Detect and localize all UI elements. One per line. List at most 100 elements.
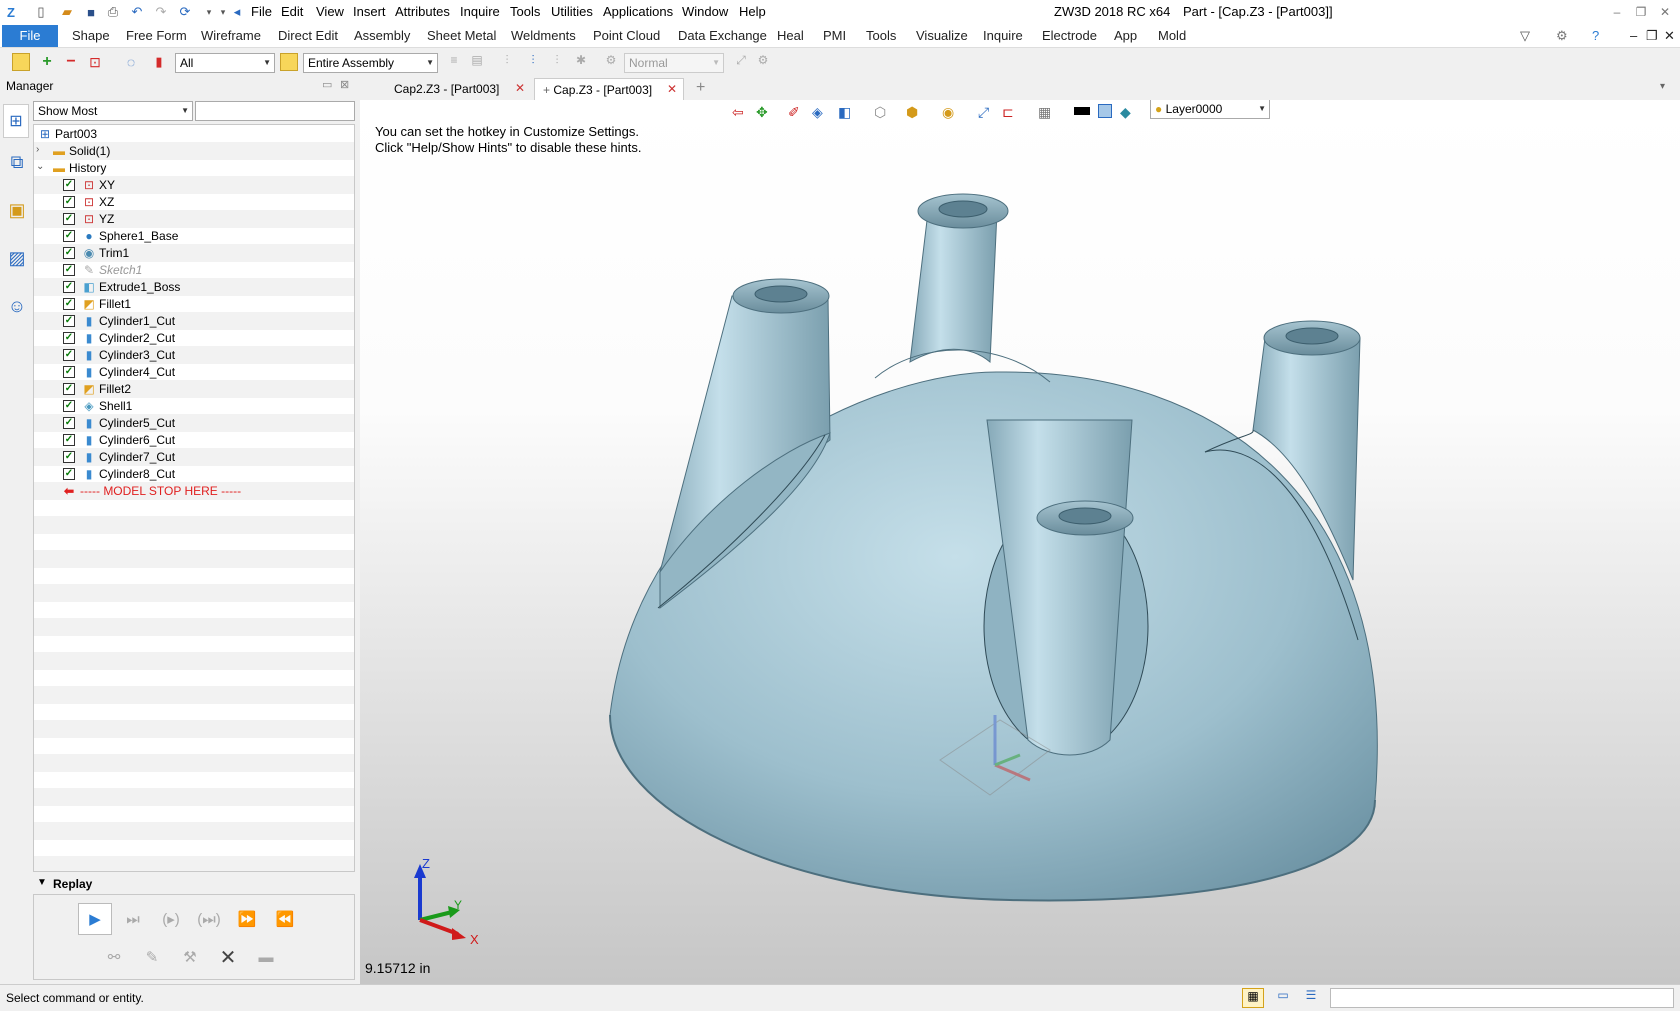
doc-close-icon[interactable]: ✕	[1664, 28, 1675, 44]
tab-inquire[interactable]: Inquire	[983, 28, 1023, 43]
new-tab-icon[interactable]: +	[688, 78, 713, 100]
view-manager-icon[interactable]: ▨	[5, 248, 29, 274]
tab-heal[interactable]: Heal	[777, 28, 804, 43]
tree-row[interactable]: › ▬ Solid(1)	[34, 142, 354, 160]
manager-pin-icon[interactable]: ▭	[322, 78, 332, 91]
tree-checkbox[interactable]: ✓	[63, 213, 75, 225]
tree-checkbox[interactable]: ✓	[63, 230, 75, 242]
tab-sheet-metal[interactable]: Sheet Metal	[427, 28, 496, 43]
app-logo-icon[interactable]: Z	[2, 3, 20, 21]
tree-checkbox[interactable]: ✓	[63, 434, 75, 446]
command-input[interactable]	[1330, 988, 1674, 1008]
replay-play-icon[interactable]: ▶	[78, 903, 112, 935]
tree-checkbox[interactable]: ✓	[63, 383, 75, 395]
redo-icon[interactable]: ↷	[152, 3, 170, 21]
replay-step-icon[interactable]: ⏭	[116, 903, 150, 935]
tree-row[interactable]: ✓ ▮ Cylinder2_Cut	[34, 329, 354, 347]
tree-checkbox[interactable]: ✓	[63, 247, 75, 259]
minimize-icon[interactable]: –	[1606, 2, 1628, 22]
status-display-icon[interactable]: ▭	[1272, 988, 1294, 1008]
filter-icon[interactable]: ▮	[150, 53, 168, 71]
tree-checkbox[interactable]: ✓	[63, 264, 75, 276]
tree-expand-icon[interactable]: ⌄	[36, 161, 44, 172]
tree-row[interactable]: ⌄ ▬ History	[34, 159, 354, 177]
tree-row[interactable]: ✓ ⊡ XY	[34, 176, 354, 194]
menu-file[interactable]: File	[251, 4, 272, 19]
doc-minimize-icon[interactable]: –	[1630, 28, 1637, 43]
replay-collapse-icon[interactable]: ▼	[37, 877, 47, 888]
graphics-viewport[interactable]: You can set the hotkey in Customize Sett…	[360, 100, 1680, 984]
tree-row[interactable]: ✓ ◈ Shell1	[34, 397, 354, 415]
tab-cap-close-icon[interactable]: ✕	[667, 82, 677, 96]
tree-row[interactable]: ✓ ◩ Fillet1	[34, 295, 354, 313]
remove-icon[interactable]: −	[62, 53, 80, 71]
user-manager-icon[interactable]: ☺	[5, 296, 29, 322]
tab-point-cloud[interactable]: Point Cloud	[593, 28, 660, 43]
tab-shape[interactable]: Shape	[72, 28, 110, 43]
tab-data-exchange[interactable]: Data Exchange	[678, 28, 767, 43]
render-combo[interactable]: Normal ▼	[624, 53, 724, 73]
tool-4-icon[interactable]: ⫶	[524, 53, 542, 71]
new-file-icon[interactable]: ▯	[32, 3, 50, 21]
tree-row[interactable]: ✓ ✎ Sketch1	[34, 261, 354, 279]
tree-row[interactable]: ✓ ▮ Cylinder6_Cut	[34, 431, 354, 449]
tab-free-form[interactable]: Free Form	[126, 28, 187, 43]
tree-checkbox[interactable]: ✓	[63, 417, 75, 429]
replay-edit-icon[interactable]: ✎	[135, 941, 169, 973]
doc-restore-icon[interactable]: ❐	[1646, 28, 1658, 44]
print-icon[interactable]: ⎙	[104, 3, 122, 21]
show-mode-combo[interactable]: Show Most ▼	[33, 101, 193, 121]
tree-checkbox[interactable]: ✓	[63, 315, 75, 327]
tree-row[interactable]: ✓ ◧ Extrude1_Boss	[34, 278, 354, 296]
pick-icon[interactable]	[12, 53, 30, 71]
tree-checkbox[interactable]: ✓	[63, 349, 75, 361]
assembly-combo[interactable]: Entire Assembly ▼	[303, 53, 438, 73]
tree-checkbox[interactable]: ✓	[63, 366, 75, 378]
replay-header[interactable]: ▼ Replay	[33, 875, 355, 893]
tab-direct-edit[interactable]: Direct Edit	[278, 28, 338, 43]
manager-search-input[interactable]	[195, 101, 355, 121]
tree-checkbox[interactable]: ✓	[63, 332, 75, 344]
tool-3-icon[interactable]: ⫶	[498, 53, 516, 71]
tree-checkbox[interactable]: ✓	[63, 298, 75, 310]
tab-app[interactable]: App	[1114, 28, 1137, 43]
replay-step-over-icon[interactable]: (⏭)	[192, 903, 226, 935]
settings-gear-icon[interactable]: ⚙	[1556, 28, 1568, 44]
tree-row[interactable]: ✓ ◉ Trim1	[34, 244, 354, 262]
status-tree-icon[interactable]: ▦	[1242, 988, 1264, 1008]
tab-wireframe[interactable]: Wireframe	[201, 28, 261, 43]
menu-tools[interactable]: Tools	[510, 4, 540, 19]
close-icon[interactable]: ✕	[1654, 2, 1676, 22]
tool-1-icon[interactable]: ≡	[445, 53, 463, 71]
filter-combo[interactable]: All ▼	[175, 53, 275, 73]
tab-weldments[interactable]: Weldments	[511, 28, 576, 43]
tree-row[interactable]: ✓ ▮ Cylinder3_Cut	[34, 346, 354, 364]
manager-close-icon[interactable]: ⊠	[340, 78, 349, 91]
collapse-ribbon-icon[interactable]: ▽	[1520, 28, 1530, 44]
replay-link-icon[interactable]: ⚯	[97, 941, 131, 973]
tree-row[interactable]: ✓ ⊡ XZ	[34, 193, 354, 211]
menu-inquire[interactable]: Inquire	[460, 4, 500, 19]
tree-checkbox[interactable]: ✓	[63, 451, 75, 463]
status-list-icon[interactable]: ☰	[1300, 988, 1322, 1008]
tree-expand-icon[interactable]: ›	[36, 144, 39, 155]
menu-view[interactable]: View	[316, 4, 344, 19]
replay-rewind-icon[interactable]: ⏪	[268, 903, 302, 935]
menu-edit[interactable]: Edit	[281, 4, 303, 19]
tree-row[interactable]: ✓ ▮ Cylinder8_Cut	[34, 465, 354, 483]
tree-row[interactable]: ✓ ● Sphere1_Base	[34, 227, 354, 245]
tab-mold[interactable]: Mold	[1158, 28, 1186, 43]
add-icon[interactable]: +	[38, 53, 56, 71]
tree-row[interactable]: ✓ ▮ Cylinder5_Cut	[34, 414, 354, 432]
tree-row[interactable]: ✓ ▮ Cylinder4_Cut	[34, 363, 354, 381]
resource-manager-icon[interactable]: ▣	[5, 200, 29, 226]
menu-window[interactable]: Window	[682, 4, 728, 19]
menu-attributes[interactable]: Attributes	[395, 4, 450, 19]
tree-checkbox[interactable]: ✓	[63, 468, 75, 480]
replay-delete-icon[interactable]: ✕	[211, 941, 245, 973]
tool-5-icon[interactable]: ⫶	[548, 53, 566, 71]
restore-icon[interactable]: ❐	[1630, 2, 1652, 22]
tree-checkbox[interactable]: ✓	[63, 400, 75, 412]
tab-pmi[interactable]: PMI	[823, 28, 846, 43]
tool-6-icon[interactable]: ✱	[572, 53, 590, 71]
